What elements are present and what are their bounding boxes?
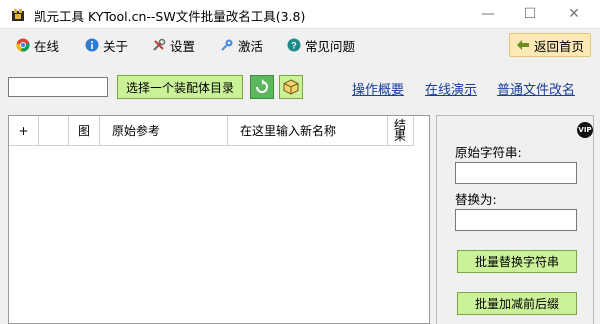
package-button[interactable]	[279, 75, 303, 99]
toolbar-settings-label: 设置	[170, 38, 196, 54]
original-string-label: 原始字符串:	[455, 145, 522, 160]
batch-replace-button[interactable]: 批量替换字符串	[457, 250, 577, 273]
maximize-button[interactable]: ☐	[510, 2, 550, 26]
toolbar-faq-label: 常见问题	[305, 38, 356, 54]
toolbar-online[interactable]: 在线	[16, 36, 59, 54]
toolbar-online-label: 在线	[34, 38, 60, 54]
maximize-icon: ☐	[523, 6, 537, 22]
replace-panel: VIP 原始字符串: 替换为: 批量替换字符串 批量加减前后缀	[433, 111, 600, 324]
svg-text:?: ?	[291, 41, 297, 51]
info-icon	[85, 38, 99, 52]
close-icon: ✕	[568, 6, 580, 22]
select-assembly-directory-button[interactable]: 选择一个装配体目录	[117, 75, 243, 99]
column-header-new-name[interactable]: 在这里输入新名称	[228, 116, 388, 146]
replace-group: VIP 原始字符串: 替换为: 批量替换字符串 批量加减前后缀	[436, 115, 594, 324]
toolbar-about-label: 关于	[103, 38, 129, 54]
table-area: + 图 原始参考 在这里输入新名称 结果	[0, 111, 433, 324]
replace-with-label: 替换为:	[455, 192, 497, 207]
close-button[interactable]: ✕	[554, 2, 594, 26]
column-header-original-reference[interactable]: 原始参考	[100, 116, 228, 146]
directory-input[interactable]	[8, 77, 108, 97]
minimize-button[interactable]: —	[468, 2, 508, 26]
key-icon	[221, 39, 233, 51]
link-normal-file-rename[interactable]: 普通文件改名	[497, 79, 575, 98]
vip-badge: VIP	[577, 122, 593, 138]
refresh-icon	[256, 79, 268, 93]
minimize-icon: —	[481, 6, 495, 22]
refresh-button[interactable]	[250, 75, 274, 99]
window-title: 凯元工具 KYTool.cn--SW文件批量改名工具(3.8)	[34, 9, 306, 24]
column-header-expand[interactable]: +	[9, 116, 39, 146]
column-header-result[interactable]: 结果	[388, 116, 414, 146]
return-home-button[interactable]: 返回首页	[509, 33, 591, 57]
column-header-check[interactable]	[39, 116, 69, 146]
toolbar-about[interactable]: 关于	[85, 36, 128, 54]
title-bar: 凯元工具 KYTool.cn--SW文件批量改名工具(3.8) — ☐ ✕	[0, 0, 600, 28]
tools-icon	[153, 38, 166, 51]
toolbar-settings[interactable]: 设置	[152, 36, 195, 54]
toolbar-faq[interactable]: ? 常见问题	[287, 36, 355, 54]
original-string-input[interactable]	[455, 162, 577, 184]
question-icon: ?	[287, 38, 301, 52]
column-header-image[interactable]: 图	[69, 116, 100, 146]
link-online-demo[interactable]: 在线演示	[425, 79, 477, 98]
toolbar-activate[interactable]: 激活	[220, 36, 263, 54]
return-home-label: 返回首页	[533, 38, 584, 54]
back-arrow-icon	[516, 40, 529, 50]
toolbar: 在线 关于 设置 激活 ? 常见问题 返回首页	[0, 28, 600, 62]
toolbar-activate-label: 激活	[238, 38, 264, 54]
action-bar: 选择一个装配体目录 操作概要 在线演示 普通文件改名	[0, 61, 600, 111]
app-logo-icon	[10, 7, 26, 23]
link-operation-overview[interactable]: 操作概要	[352, 79, 404, 98]
batch-prefix-suffix-button[interactable]: 批量加减前后缀	[457, 292, 577, 315]
chrome-icon	[16, 38, 30, 52]
package-icon	[283, 79, 299, 95]
replace-with-input[interactable]	[455, 209, 577, 231]
file-table[interactable]: + 图 原始参考 在这里输入新名称 结果	[8, 115, 430, 324]
